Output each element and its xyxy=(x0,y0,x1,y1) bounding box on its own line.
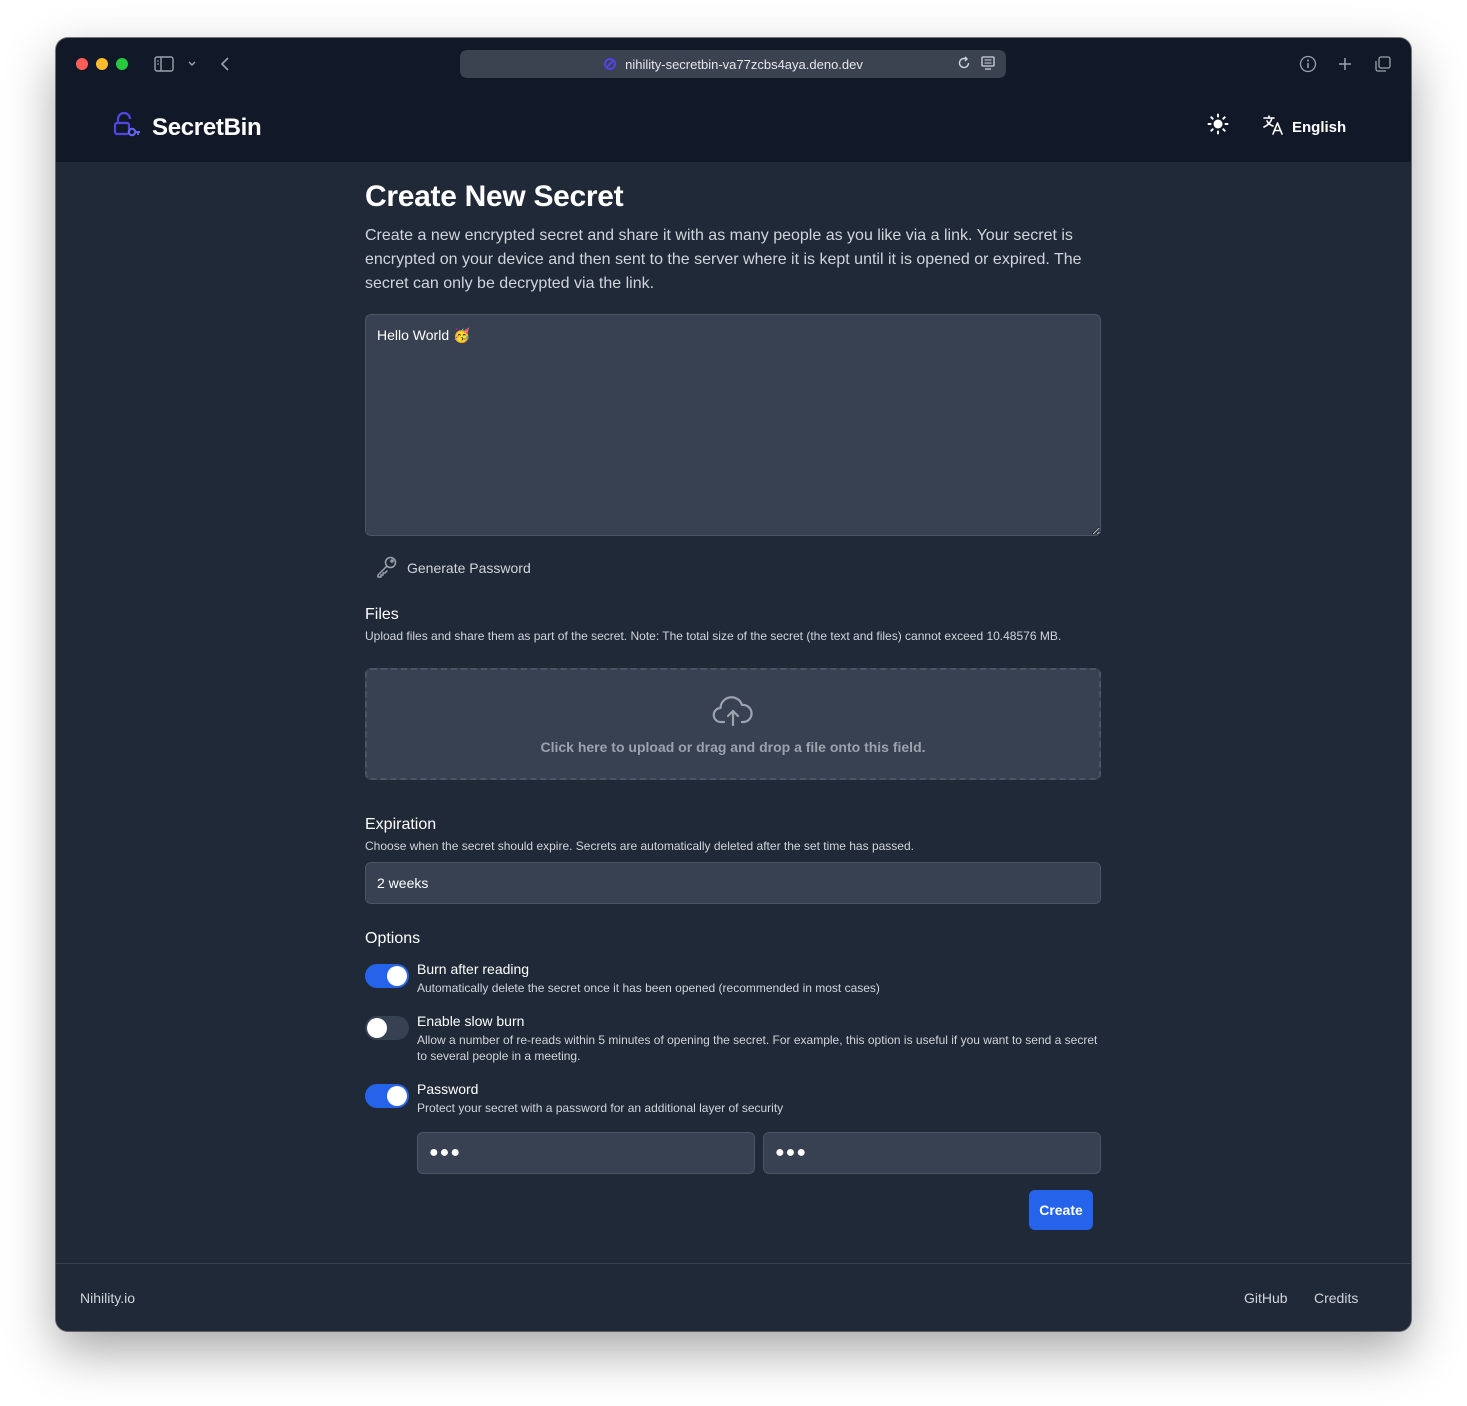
generate-password-button[interactable]: Generate Password xyxy=(375,554,531,581)
files-description: Upload files and share them as part of t… xyxy=(365,629,1062,643)
slow-burn-toggle[interactable] xyxy=(365,1016,409,1040)
lock-key-icon xyxy=(112,110,142,145)
site-favicon-icon xyxy=(603,57,617,71)
theme-toggle-button[interactable] xyxy=(1206,113,1230,140)
footer-brand-link[interactable]: Nihility.io xyxy=(80,1290,135,1306)
password-toggle[interactable] xyxy=(365,1084,409,1108)
back-arrow-icon[interactable] xyxy=(213,52,237,76)
footer-github-link[interactable]: GitHub xyxy=(1244,1290,1288,1306)
key-icon xyxy=(375,554,399,581)
close-window-button[interactable] xyxy=(76,58,88,70)
info-icon[interactable] xyxy=(1296,52,1320,76)
translate-icon xyxy=(1262,114,1284,140)
password-input[interactable]: ●●● xyxy=(417,1132,755,1174)
page-title: Create New Secret xyxy=(365,180,624,213)
footer-credits-link[interactable]: Credits xyxy=(1314,1290,1358,1306)
dropzone-text: Click here to upload or drag and drop a … xyxy=(540,738,926,755)
file-dropzone[interactable]: Click here to upload or drag and drop a … xyxy=(365,668,1101,780)
secret-textarea[interactable]: Hello World 🥳 xyxy=(365,314,1101,536)
reader-view-icon[interactable] xyxy=(980,55,996,74)
maximize-window-button[interactable] xyxy=(116,58,128,70)
create-button[interactable]: Create xyxy=(1029,1190,1093,1230)
burn-after-reading-description: Automatically delete the secret once it … xyxy=(417,981,880,995)
browser-titlebar: nihility-secretbin-va77zcbs4aya.deno.dev xyxy=(56,38,1411,90)
language-selector[interactable]: English xyxy=(1262,114,1346,140)
slow-burn-title: Enable slow burn xyxy=(417,1013,525,1029)
page-intro: Create a new encrypted secret and share … xyxy=(365,227,1082,292)
password-title: Password xyxy=(417,1081,479,1097)
options-heading: Options xyxy=(365,930,421,947)
brand-link[interactable]: SecretBin xyxy=(112,110,262,145)
site-header: SecretBin English xyxy=(56,90,1411,162)
password-confirm-input[interactable]: ●●● xyxy=(763,1132,1101,1174)
sun-icon xyxy=(1207,113,1229,140)
minimize-window-button[interactable] xyxy=(96,58,108,70)
password-description: Protect your secret with a password for … xyxy=(417,1101,784,1115)
burn-after-reading-title: Burn after reading xyxy=(417,961,530,977)
site-footer: Nihility.io GitHub Credits xyxy=(56,1263,1411,1331)
sidebar-toggle-icon[interactable] xyxy=(152,52,176,76)
reload-icon[interactable] xyxy=(956,55,972,74)
expiration-select[interactable]: 2 weeks xyxy=(365,862,1101,904)
files-heading: Files xyxy=(365,606,399,623)
generate-password-label: Generate Password xyxy=(407,559,531,576)
cloud-upload-icon xyxy=(712,694,754,733)
chevron-down-icon[interactable] xyxy=(180,52,204,76)
expiration-heading: Expiration xyxy=(365,816,437,833)
burn-after-reading-toggle[interactable] xyxy=(365,964,409,988)
browser-window: nihility-secretbin-va77zcbs4aya.deno.dev xyxy=(56,38,1411,1331)
tab-overview-icon[interactable] xyxy=(1371,52,1395,76)
slow-burn-description: Allow a number of re-reads within 5 minu… xyxy=(417,1033,1098,1063)
new-tab-plus-icon[interactable] xyxy=(1333,52,1357,76)
brand-name: SecretBin xyxy=(152,113,262,141)
url-text: nihility-secretbin-va77zcbs4aya.deno.dev xyxy=(625,56,863,72)
address-bar[interactable]: nihility-secretbin-va77zcbs4aya.deno.dev xyxy=(460,50,1006,78)
language-label: English xyxy=(1292,118,1347,136)
expiration-description: Choose when the secret should expire. Se… xyxy=(365,839,914,853)
